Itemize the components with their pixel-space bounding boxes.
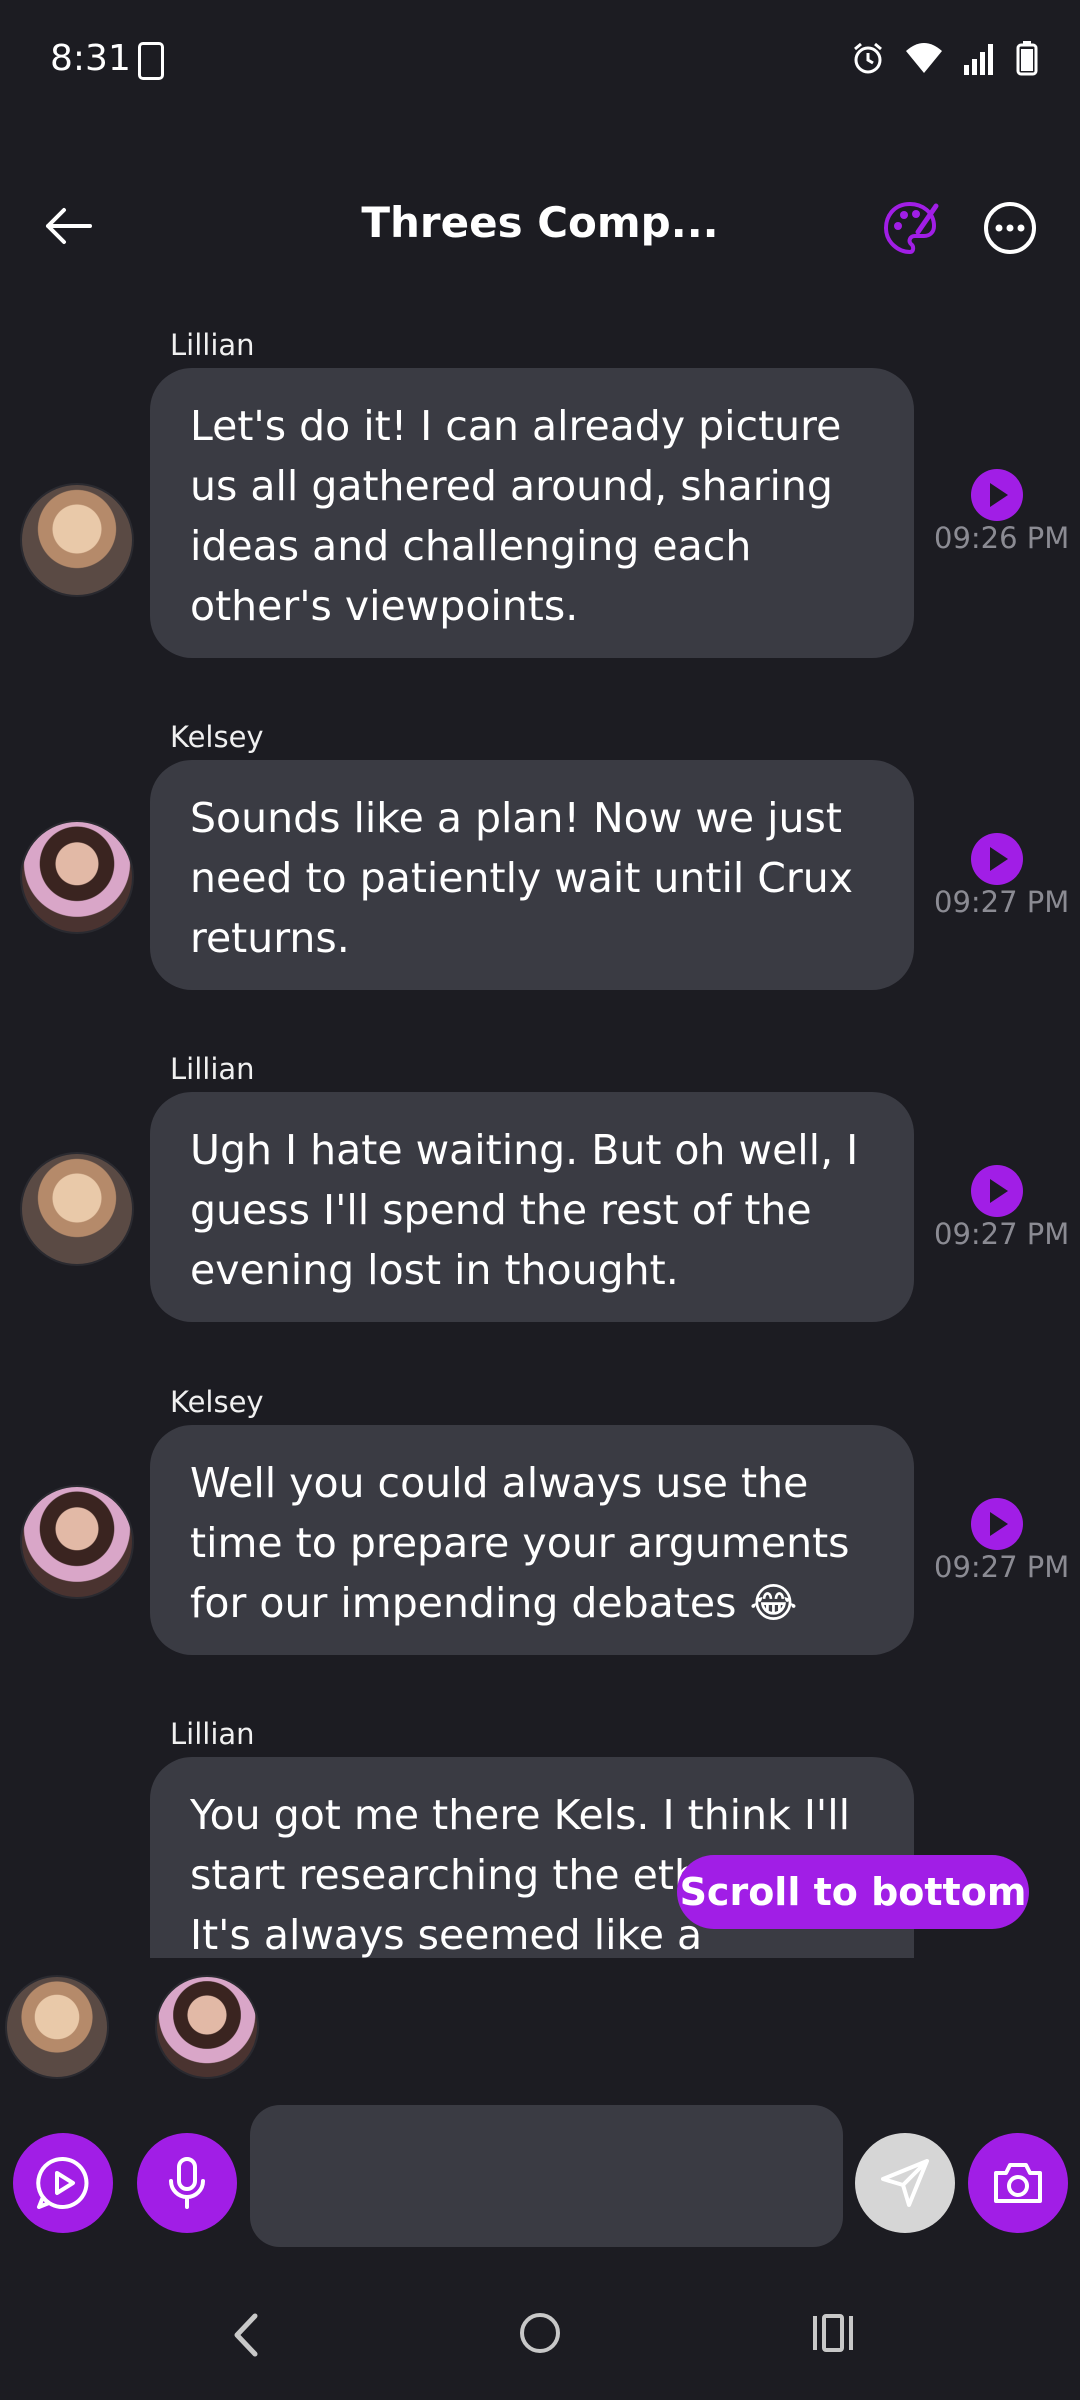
alarm-icon: [854, 42, 882, 74]
scroll-to-bottom-button[interactable]: Scroll to bottom: [677, 1855, 1029, 1929]
message-bubble[interactable]: Let's do it! I can already picture us al…: [150, 368, 914, 658]
battery-icon: [1016, 41, 1038, 76]
message-input[interactable]: [250, 2105, 843, 2247]
message-sender: Lillian: [170, 328, 255, 362]
play-audio-icon[interactable]: [971, 469, 1023, 521]
app-bar: Threes Comp...: [0, 180, 1080, 270]
nav-recents-icon[interactable]: [810, 2310, 856, 2356]
nav-home-icon[interactable]: [517, 2310, 563, 2356]
camera-icon: [994, 2163, 1042, 2203]
message-bubble[interactable]: Sounds like a plan! Now we just need to …: [150, 760, 914, 990]
message-sender: Lillian: [170, 1717, 255, 1751]
message-sender: Lillian: [170, 1052, 255, 1086]
microphone-icon: [169, 2157, 205, 2209]
message-sender: Kelsey: [170, 720, 264, 754]
system-nav-bar: [0, 2290, 1080, 2400]
nav-back-icon[interactable]: [225, 2310, 265, 2360]
send-icon: [881, 2159, 929, 2207]
wifi-icon: [906, 43, 942, 73]
message-item: Lillian Let's do it! I can already pictu…: [0, 328, 1080, 698]
avatar-kelsey[interactable]: [20, 1485, 134, 1599]
microphone-button[interactable]: [137, 2133, 237, 2233]
message-timestamp: 09:27 PM: [934, 885, 1070, 919]
avatar-kelsey[interactable]: [20, 820, 134, 934]
chat-message-list[interactable]: Lillian Let's do it! I can already pictu…: [0, 300, 1080, 1958]
composer: [0, 2105, 1080, 2247]
avatar-lillian[interactable]: [20, 1152, 134, 1266]
message-bubble[interactable]: Well you could always use the time to pr…: [150, 1425, 914, 1655]
message-sender: Kelsey: [170, 1385, 264, 1419]
message-timestamp: 09:26 PM: [934, 521, 1070, 555]
play-audio-icon[interactable]: [971, 1165, 1023, 1217]
participant-avatar-kelsey[interactable]: [155, 1975, 259, 2079]
play-bubble-icon: [36, 2156, 89, 2209]
message-item: Lillian Ugh I hate waiting. But oh well,…: [0, 1052, 1080, 1352]
palette-icon[interactable]: [880, 198, 940, 258]
message-timestamp: 09:27 PM: [934, 1550, 1070, 1584]
play-audio-icon[interactable]: [971, 833, 1023, 885]
participant-avatar-lillian[interactable]: [5, 1975, 109, 2079]
more-options-icon[interactable]: [980, 198, 1040, 258]
send-button[interactable]: [855, 2133, 955, 2233]
message-item: Kelsey Sounds like a plan! Now we just n…: [0, 720, 1080, 1020]
voice-message-button[interactable]: [13, 2133, 113, 2233]
message-bubble[interactable]: Ugh I hate waiting. But oh well, I guess…: [150, 1092, 914, 1322]
signal-icon: [964, 44, 993, 75]
status-bar: 8:31: [0, 0, 1080, 125]
task-icon: [138, 42, 164, 80]
message-item: Kelsey Well you could always use the tim…: [0, 1385, 1080, 1685]
message-timestamp: 09:27 PM: [934, 1217, 1070, 1251]
avatar-lillian[interactable]: [20, 483, 134, 597]
play-audio-icon[interactable]: [971, 1498, 1023, 1550]
participants-row: [0, 1975, 1080, 2085]
status-icons: [850, 40, 1038, 76]
camera-button[interactable]: [968, 2133, 1068, 2233]
status-time: 8:31: [50, 38, 131, 79]
